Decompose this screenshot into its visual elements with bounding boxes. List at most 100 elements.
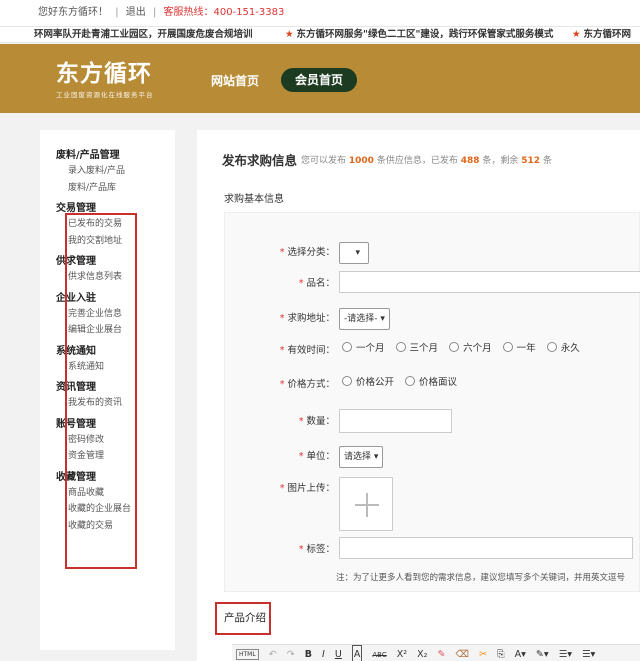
hotline-label: 客服热线： bbox=[163, 7, 214, 18]
validity-option[interactable]: 永久 bbox=[546, 342, 580, 354]
qty-label: * 数量： bbox=[298, 416, 335, 427]
site-header: 东方循环 工业固废资源化在线服务平台 网站首页 会员首页 bbox=[0, 44, 640, 113]
tags-label: * 标签： bbox=[298, 544, 335, 555]
ticker-item-text[interactable]: 东方循环网 bbox=[584, 29, 632, 40]
html-source-button[interactable]: HTML bbox=[236, 649, 259, 660]
quota-total: 1000 bbox=[348, 156, 374, 166]
qty-input[interactable] bbox=[339, 409, 452, 433]
price-option[interactable]: 价格面议 bbox=[405, 376, 457, 388]
quota-info: 您可以发布 1000 条供应信息，已发布 488 条，剩余 512 条 bbox=[301, 153, 552, 166]
superscript-button[interactable]: X² bbox=[397, 646, 407, 661]
category-select[interactable]: ▾ bbox=[339, 242, 369, 264]
ticker-item[interactable]: ★ 东方循环网 bbox=[572, 27, 631, 42]
greeting-text: 您好东方循环！ bbox=[38, 7, 108, 18]
category-row: * 选择分类： ▾ bbox=[225, 240, 640, 264]
price-option[interactable]: 价格公开 bbox=[342, 376, 394, 388]
subscript-button[interactable]: X₂ bbox=[417, 646, 427, 661]
image-label: * 图片上传： bbox=[279, 483, 335, 494]
price-options: 价格公开 价格面议 bbox=[342, 372, 465, 394]
nav-member-home[interactable]: 会员首页 bbox=[281, 68, 357, 92]
top-bar: 您好东方循环！ | 退出 | 客服热线：400-151-3383 bbox=[0, 0, 640, 26]
hotline-number: 400-151-3383 bbox=[213, 7, 285, 18]
radio-icon[interactable] bbox=[342, 342, 352, 352]
sidebar-group: 废料/产品管理 录入废料/产品 废料/产品库 bbox=[56, 148, 175, 196]
logout-link[interactable]: 退出 bbox=[126, 7, 146, 18]
nav-home[interactable]: 网站首页 bbox=[211, 72, 259, 89]
separator: | bbox=[152, 7, 157, 18]
section-basic-title: 求购基本信息 bbox=[224, 194, 284, 205]
name-input[interactable] bbox=[339, 271, 640, 293]
quote-icon[interactable]: ⎘ bbox=[497, 646, 505, 661]
radio-icon[interactable] bbox=[405, 376, 416, 386]
price-label: * 价格方式： bbox=[279, 379, 335, 390]
strikethrough-button[interactable]: ABC bbox=[372, 647, 386, 661]
format-brush-icon[interactable]: ⌫ bbox=[456, 646, 469, 661]
undo-icon[interactable]: ↶ bbox=[269, 646, 277, 661]
quota-text: 条 bbox=[542, 156, 552, 166]
sidebar-item[interactable]: 录入废料/产品 bbox=[56, 163, 175, 180]
unit-row: * 单位： 请选择 ▾ bbox=[225, 444, 640, 468]
ticker-item[interactable]: ★ 东方循环网服务"绿色二工区"建设，践行环保管家式服务模式 bbox=[285, 27, 553, 42]
validity-option[interactable]: 一个月 bbox=[342, 342, 385, 354]
page-title: 发布求购信息 bbox=[222, 153, 298, 168]
radio-icon[interactable] bbox=[502, 342, 513, 352]
sidebar-group-title: 废料/产品管理 bbox=[56, 150, 120, 161]
font-color-button[interactable]: A▾ bbox=[515, 646, 526, 661]
tags-row: * 标签： bbox=[225, 537, 640, 559]
radio-icon[interactable] bbox=[342, 376, 352, 386]
ordered-list-button[interactable]: ☰▾ bbox=[559, 646, 572, 661]
name-row: * 品名： bbox=[225, 271, 640, 293]
eraser-icon[interactable]: ✎ bbox=[438, 646, 446, 661]
quota-text: 您可以发布 bbox=[301, 156, 347, 166]
radio-icon[interactable] bbox=[449, 342, 460, 352]
ticker-item[interactable]: 环网率队开赴青浦工业园区，开展国废危废合规培训 bbox=[34, 27, 253, 42]
image-upload-button[interactable] bbox=[339, 477, 393, 531]
qty-row: * 数量： bbox=[225, 409, 640, 433]
quota-published: 488 bbox=[460, 156, 480, 166]
purchase-form: * 选择分类： ▾ * 品名： * 求购地址： -请选择- ▾ * 有效时间： 一个月 … bbox=[224, 212, 640, 592]
magic-icon[interactable]: ✂ bbox=[479, 646, 487, 661]
quota-text: 条供应信息，已发布 bbox=[376, 156, 458, 166]
price-row: * 价格方式： 价格公开 价格面议 bbox=[225, 372, 640, 394]
address-label: * 求购地址： bbox=[279, 313, 335, 324]
radio-icon[interactable] bbox=[546, 342, 557, 352]
underline-button[interactable]: U bbox=[335, 646, 342, 661]
validity-option[interactable]: 一年 bbox=[502, 342, 536, 354]
main-panel: 发布求购信息 您可以发布 1000 条供应信息，已发布 488 条，剩余 512… bbox=[197, 130, 640, 661]
unit-label: * 单位： bbox=[298, 451, 335, 462]
ticker-item-text[interactable]: 东方循环网服务"绿色二工区"建设，践行环保管家式服务模式 bbox=[297, 29, 554, 40]
quota-remaining: 512 bbox=[521, 156, 541, 166]
ticker-item-text[interactable]: 环网率队开赴青浦工业园区，开展国废危废合规培训 bbox=[34, 29, 253, 40]
validity-label: * 有效时间： bbox=[279, 345, 335, 356]
font-border-button[interactable]: A bbox=[351, 645, 363, 661]
unordered-list-button[interactable]: ☰▾ bbox=[582, 646, 595, 661]
tags-note: 注：为了让更多人看到您的需求信息，建议您填写多个关键词，并用英文逗号 bbox=[336, 573, 626, 583]
validity-option[interactable]: 六个月 bbox=[449, 342, 492, 354]
unit-select[interactable]: 请选择 ▾ bbox=[339, 446, 384, 468]
radio-icon[interactable] bbox=[395, 342, 406, 352]
sidebar-item[interactable]: 废料/产品库 bbox=[56, 180, 175, 197]
validity-option[interactable]: 三个月 bbox=[395, 342, 438, 354]
section-intro-title: 产品介绍 bbox=[224, 612, 266, 624]
highlight-color-button[interactable]: ✎▾ bbox=[536, 646, 549, 661]
italic-button[interactable]: I bbox=[322, 646, 325, 661]
address-select[interactable]: -请选择- ▾ bbox=[339, 308, 390, 330]
logo-mark: 东方循环 bbox=[56, 60, 152, 87]
star-icon: ★ bbox=[285, 29, 294, 40]
category-label: * 选择分类： bbox=[279, 247, 335, 258]
validity-row: * 有效时间： 一个月 三个月 六个月 一年 永久 bbox=[225, 338, 640, 360]
bold-button[interactable]: B bbox=[305, 646, 312, 661]
tags-input[interactable] bbox=[339, 537, 633, 559]
validity-options: 一个月 三个月 六个月 一年 永久 bbox=[342, 338, 588, 360]
address-row: * 求购地址： -请选择- ▾ bbox=[225, 306, 640, 330]
name-label: * 品名： bbox=[298, 278, 335, 289]
separator: | bbox=[115, 7, 119, 18]
site-logo[interactable]: 东方循环 工业固废资源化在线服务平台 bbox=[56, 60, 154, 100]
highlight-box bbox=[65, 213, 137, 569]
redo-icon[interactable]: ↷ bbox=[287, 646, 295, 661]
editor-toolbar: HTML ↶ ↷ B I U A ABC X² X₂ ✎ ⌫ ✂ ⎘ A▾ ✎▾… bbox=[232, 644, 640, 661]
news-ticker: 环网率队开赴青浦工业园区，开展国废危废合规培训 ★ 东方循环网服务"绿色二工区"建… bbox=[0, 26, 640, 43]
quota-text: 条，剩余 bbox=[482, 156, 519, 166]
star-icon: ★ bbox=[572, 29, 581, 40]
logo-tagline: 工业固废资源化在线服务平台 bbox=[56, 91, 154, 99]
